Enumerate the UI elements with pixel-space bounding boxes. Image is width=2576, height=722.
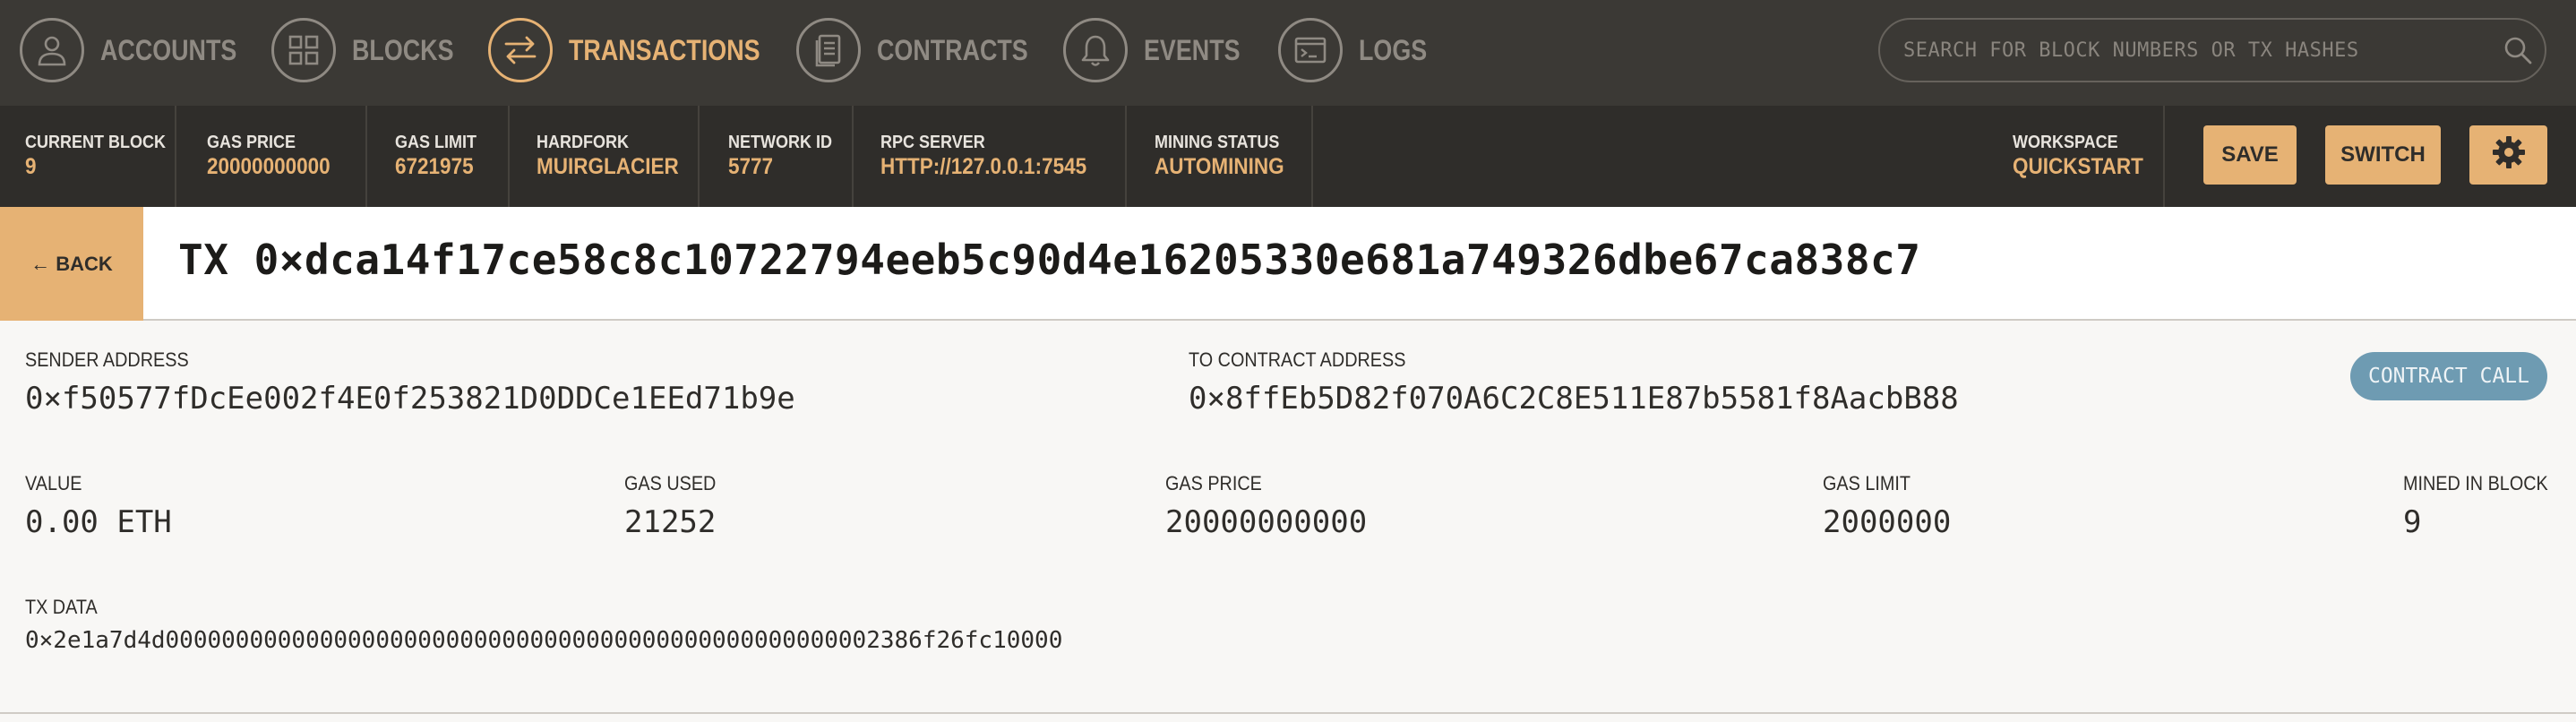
nav-contracts[interactable]: CONTRACTS xyxy=(796,18,1057,82)
divider xyxy=(0,712,2576,714)
status-bar: CURRENT BLOCK 9 GAS PRICE 20000000000 GA… xyxy=(0,106,2576,207)
stat-label: RPC SERVER xyxy=(880,133,985,152)
stat-label: HARDFORK xyxy=(537,133,629,152)
terminal-icon xyxy=(1278,18,1343,82)
stat-value: QUICKSTART xyxy=(2013,154,2143,179)
mined-in-block-value: 9 xyxy=(2403,504,2422,540)
mined-in-block-label: MINED IN BLOCK xyxy=(2403,472,2548,494)
nav-logs-label: LOGS xyxy=(1359,33,1428,66)
stat-value: 9 xyxy=(25,154,37,179)
arrows-exchange-icon xyxy=(488,18,553,82)
stat-label: GAS LIMIT xyxy=(395,133,477,152)
gas-limit-label: GAS LIMIT xyxy=(1823,472,1911,494)
gas-used-value: 21252 xyxy=(624,504,717,540)
search-bar xyxy=(1878,18,2546,82)
stat-value: 5777 xyxy=(728,154,774,179)
switch-button[interactable]: SWITCH xyxy=(2325,125,2441,185)
sender-address-label: SENDER ADDRESS xyxy=(25,348,189,371)
stat-gas-price: GAS PRICE 20000000000 xyxy=(182,106,367,207)
back-button[interactable]: ← BACK xyxy=(0,207,143,321)
nav-accounts[interactable]: ACCOUNTS xyxy=(20,18,262,82)
nav-logs[interactable]: LOGS xyxy=(1278,18,1440,82)
grid-icon xyxy=(271,18,336,82)
gear-icon xyxy=(2491,134,2527,176)
contract-call-badge: CONTRACT CALL xyxy=(2350,352,2547,400)
stat-label: MINING STATUS xyxy=(1155,133,1280,152)
tx-data-value: 0×2e1a7d4d000000000000000000000000000000… xyxy=(25,627,1063,654)
nav-blocks-label: BLOCKS xyxy=(352,33,454,66)
value-value: 0.00 ETH xyxy=(25,504,172,540)
stat-hardfork: HARDFORK MUIRGLACIER xyxy=(511,106,700,207)
gas-price-label: GAS PRICE xyxy=(1165,472,1262,494)
nav-events-label: EVENTS xyxy=(1144,33,1241,66)
stat-label: NETWORK ID xyxy=(728,133,833,152)
gas-limit-value: 2000000 xyxy=(1823,504,1952,540)
stat-value: 6721975 xyxy=(395,154,474,179)
stat-label: WORKSPACE xyxy=(2013,133,2118,152)
person-icon xyxy=(20,18,84,82)
stat-workspace: WORKSPACE QUICKSTART xyxy=(1988,106,2165,207)
document-icon xyxy=(796,18,861,82)
nav-transactions-label: TRANSACTIONS xyxy=(569,33,760,66)
page-title: TX 0×dca14f17ce58c8c10722794eeb5c90d4e16… xyxy=(178,236,1921,284)
stat-gas-limit: GAS LIMIT 6721975 xyxy=(370,106,510,207)
stat-value: MUIRGLACIER xyxy=(537,154,679,179)
stat-rpc-server: RPC SERVER HTTP://127.0.0.1:7545 xyxy=(855,106,1127,207)
search-input[interactable] xyxy=(1880,39,2491,62)
stat-network-id: NETWORK ID 5777 xyxy=(703,106,854,207)
nav-contracts-label: CONTRACTS xyxy=(877,33,1028,66)
nav-accounts-label: ACCOUNTS xyxy=(100,33,237,66)
settings-button[interactable] xyxy=(2469,125,2547,185)
stat-label: CURRENT BLOCK xyxy=(25,133,166,152)
save-button[interactable]: SAVE xyxy=(2203,125,2297,185)
to-contract-address-label: TO CONTRACT ADDRESS xyxy=(1189,348,1406,371)
nav-transactions[interactable]: TRANSACTIONS xyxy=(488,18,796,82)
tx-data-label: TX DATA xyxy=(25,596,98,618)
stat-mining-status: MINING STATUS AUTOMINING xyxy=(1129,106,1313,207)
sender-address-value: 0×f50577fDcEe002f4E0f253821D0DDCe1EEd71b… xyxy=(25,381,795,417)
value-label: VALUE xyxy=(25,472,82,494)
gas-price-value: 20000000000 xyxy=(1165,504,1368,540)
gas-used-label: GAS USED xyxy=(624,472,717,494)
nav-events[interactable]: EVENTS xyxy=(1063,18,1258,82)
bell-icon xyxy=(1063,18,1128,82)
to-contract-address-value: 0×8ffEb5D82f070A6C2C8E511E87b5581f8AacbB… xyxy=(1189,381,1959,417)
top-navigation: ACCOUNTS BLOCKS TRANSACTIONS CONTRACTS E… xyxy=(0,0,2576,106)
stat-value: 20000000000 xyxy=(207,154,331,179)
stat-label: GAS PRICE xyxy=(207,133,296,152)
stat-value: HTTP://127.0.0.1:7545 xyxy=(880,154,1087,179)
transaction-header: ← BACK TX 0×dca14f17ce58c8c10722794eeb5c… xyxy=(0,207,2576,321)
search-icon[interactable] xyxy=(2491,35,2545,65)
stat-current-block: CURRENT BLOCK 9 xyxy=(0,106,176,207)
nav-blocks[interactable]: BLOCKS xyxy=(271,18,473,82)
stat-value: AUTOMINING xyxy=(1155,154,1284,179)
